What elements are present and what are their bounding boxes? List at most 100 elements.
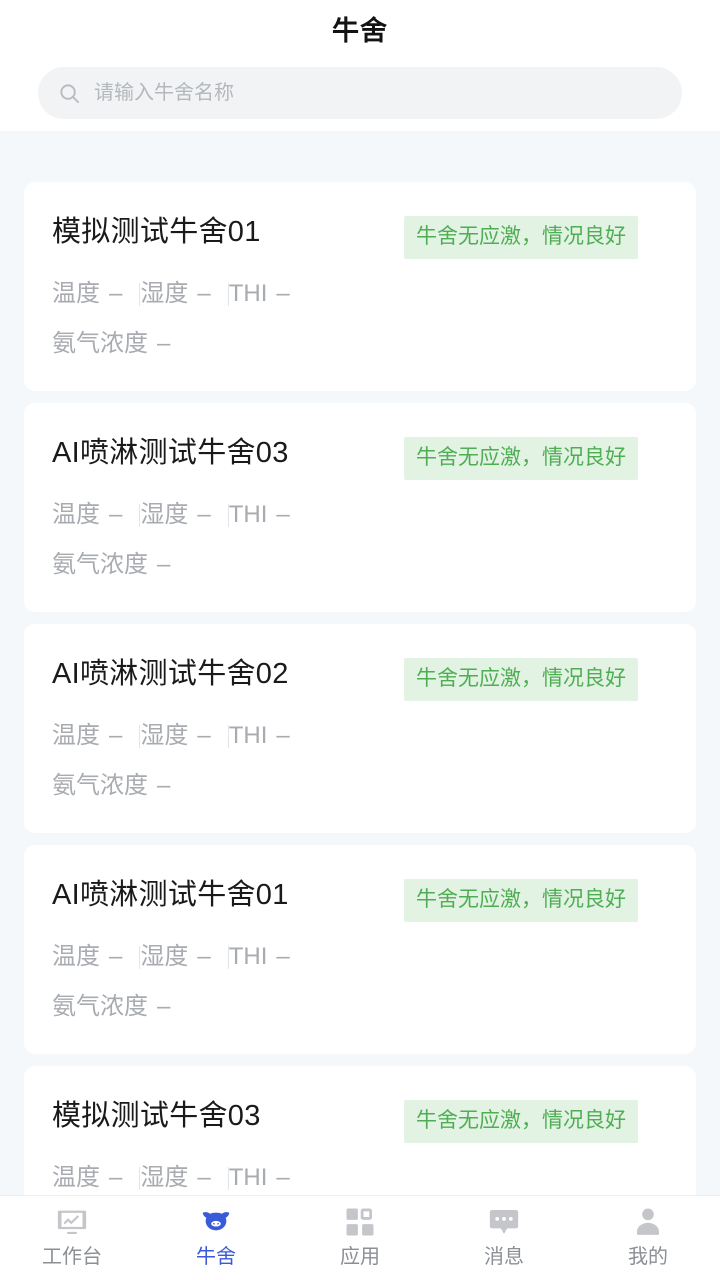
tab-profile[interactable]: 我的 (576, 1205, 720, 1269)
metric-thi: THI – (229, 1163, 307, 1193)
metrics-row: 温度 – 湿度 – THI – (52, 719, 668, 753)
search-icon (60, 83, 80, 103)
metric-ammonia: 氨气浓度 – (52, 771, 668, 805)
metric-value: – (276, 722, 290, 749)
search-input[interactable] (94, 67, 662, 119)
barn-card[interactable]: AI喷淋测试牛舍01 牛舍无应激，情况良好 温度 – 湿度 – THI – 氨气… (24, 845, 696, 1054)
metric-temperature: 温度 – (52, 1163, 139, 1193)
metric-value: – (197, 280, 211, 307)
app-header: 牛舍 (0, 0, 720, 131)
metric-label: 温度 (52, 280, 100, 307)
metric-label: 湿度 (140, 1164, 189, 1191)
metric-thi: THI – (229, 500, 307, 530)
metric-label: THI (228, 943, 268, 970)
card-header-row: AI喷淋测试牛舍02 牛舍无应激，情况良好 (52, 655, 668, 701)
metric-label: THI (228, 280, 268, 307)
metric-ammonia: 氨气浓度 – (52, 992, 668, 1026)
card-header-row: 模拟测试牛舍03 牛舍无应激，情况良好 (52, 1097, 668, 1143)
barn-card[interactable]: 模拟测试牛舍01 牛舍无应激，情况良好 温度 – 湿度 – THI – 氨气浓度… (24, 182, 696, 391)
metric-humidity: 湿度 – (140, 721, 227, 751)
metric-label: 氨气浓度 (52, 551, 148, 578)
grid-apps-icon (346, 1208, 374, 1236)
metric-value: – (109, 1164, 123, 1191)
metric-label: 湿度 (140, 501, 189, 528)
tab-label: 应用 (340, 1246, 380, 1268)
metric-humidity: 湿度 – (140, 1163, 227, 1193)
metric-value: – (157, 772, 171, 799)
barn-card[interactable]: AI喷淋测试牛舍02 牛舍无应激，情况良好 温度 – 湿度 – THI – 氨气… (24, 624, 696, 833)
metric-temperature: 温度 – (52, 721, 139, 751)
metric-value: – (109, 943, 123, 970)
tab-label: 消息 (484, 1246, 524, 1268)
metric-value: – (197, 1164, 211, 1191)
barn-name: 模拟测试牛舍01 (52, 216, 261, 248)
tab-workbench[interactable]: 工作台 (0, 1205, 144, 1269)
tab-label: 我的 (628, 1246, 668, 1268)
metric-value: – (197, 722, 211, 749)
metric-temperature: 温度 – (52, 942, 139, 972)
chat-bubble-icon (489, 1209, 519, 1235)
metric-ammonia: 氨气浓度 – (52, 329, 668, 363)
metric-label: 温度 (52, 501, 100, 528)
metrics-row: 温度 – 湿度 – THI – (52, 277, 668, 311)
barn-name: AI喷淋测试牛舍03 (52, 437, 289, 469)
metric-humidity: 湿度 – (140, 942, 227, 972)
tab-label: 牛舍 (196, 1246, 236, 1268)
metric-thi: THI – (229, 721, 307, 751)
tab-apps[interactable]: 应用 (288, 1205, 432, 1269)
metric-label: THI (228, 722, 268, 749)
barn-list[interactable]: 模拟测试牛舍01 牛舍无应激，情况良好 温度 – 湿度 – THI – 氨气浓度… (0, 131, 720, 1195)
metric-label: 氨气浓度 (52, 330, 148, 357)
status-badge: 牛舍无应激，情况良好 (404, 658, 638, 701)
page-title: 牛舍 (332, 16, 388, 46)
metric-label: 温度 (52, 1164, 100, 1191)
tab-label: 工作台 (42, 1246, 102, 1268)
metric-humidity: 湿度 – (140, 500, 227, 530)
cow-head-icon (202, 1212, 230, 1231)
barn-card[interactable]: AI喷淋测试牛舍03 牛舍无应激，情况良好 温度 – 湿度 – THI – 氨气… (24, 403, 696, 612)
metric-value: – (276, 501, 290, 528)
status-badge: 牛舍无应激，情况良好 (404, 879, 638, 922)
metric-thi: THI – (229, 279, 307, 309)
metric-label: 温度 (52, 943, 100, 970)
metric-label: 湿度 (140, 280, 189, 307)
tab-barn[interactable]: 牛舍 (144, 1205, 288, 1269)
metric-label: 温度 (52, 722, 100, 749)
metric-ammonia: 氨气浓度 – (52, 550, 668, 584)
status-badge: 牛舍无应激，情况良好 (404, 1100, 638, 1143)
metric-value: – (157, 330, 171, 357)
metric-label: 氨气浓度 (52, 772, 148, 799)
metrics-row: 温度 – 湿度 – THI – (52, 940, 668, 974)
tab-messages[interactable]: 消息 (432, 1205, 576, 1269)
search-section (0, 48, 720, 119)
metric-value: – (157, 551, 171, 578)
dashboard-chart-icon (57, 1210, 87, 1235)
card-header-row: AI喷淋测试牛舍03 牛舍无应激，情况良好 (52, 434, 668, 480)
metric-humidity: 湿度 – (140, 279, 227, 309)
metric-value: – (276, 1164, 290, 1191)
metric-label: THI (228, 1164, 268, 1191)
metric-value: – (109, 501, 123, 528)
status-badge: 牛舍无应激，情况良好 (404, 216, 638, 259)
metrics-row: 温度 – 湿度 – THI – (52, 1161, 668, 1195)
metric-value: – (197, 943, 211, 970)
metric-label: 湿度 (140, 722, 189, 749)
bottom-tab-bar: 工作台 牛舍 应用 消息 我的 (0, 1195, 720, 1280)
metric-temperature: 温度 – (52, 500, 139, 530)
metric-value: – (109, 280, 123, 307)
metric-value: – (276, 943, 290, 970)
barn-name: 模拟测试牛舍03 (52, 1100, 261, 1132)
metric-label: 氨气浓度 (52, 993, 148, 1020)
metric-label: THI (228, 501, 268, 528)
barn-name: AI喷淋测试牛舍01 (52, 879, 289, 911)
status-badge: 牛舍无应激，情况良好 (404, 437, 638, 480)
metric-label: 湿度 (140, 943, 189, 970)
metrics-row: 温度 – 湿度 – THI – (52, 498, 668, 532)
metric-value: – (157, 993, 171, 1020)
metric-value: – (109, 722, 123, 749)
search-bar[interactable] (38, 67, 682, 119)
person-icon (636, 1208, 660, 1235)
card-header-row: 模拟测试牛舍01 牛舍无应激，情况良好 (52, 213, 668, 259)
metric-thi: THI – (229, 942, 307, 972)
barn-card[interactable]: 模拟测试牛舍03 牛舍无应激，情况良好 温度 – 湿度 – THI – 氨气浓度… (24, 1066, 696, 1195)
